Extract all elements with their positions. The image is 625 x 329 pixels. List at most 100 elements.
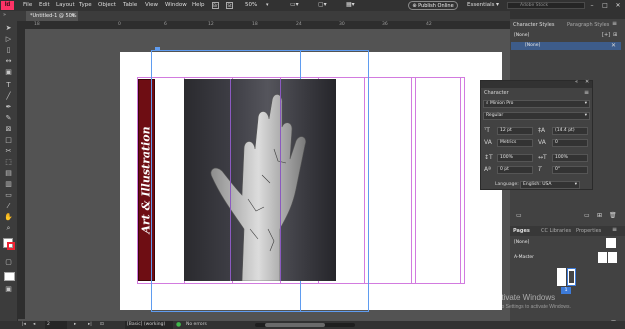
bridge-icon[interactable]: Br — [212, 2, 219, 9]
open-page-icon[interactable]: ⊡ — [100, 321, 104, 329]
line-tool-icon[interactable]: ╱ — [4, 92, 13, 101]
menu-layout[interactable]: Layout — [56, 0, 75, 11]
font-family-select[interactable]: ⌕ Minion Pro ▾ — [483, 100, 590, 108]
selection-handle[interactable] — [155, 47, 160, 50]
gradient-swatch-tool-icon[interactable]: ▤ — [4, 169, 13, 178]
maximize-icon[interactable]: □ — [599, 0, 611, 11]
prev-page-icon[interactable]: ◂ — [33, 321, 35, 329]
horizontal-scale-field[interactable]: 100% — [552, 154, 588, 162]
document-tab[interactable]: *Untitled-1 @ 50% × — [26, 11, 78, 21]
menu-type[interactable]: Type — [79, 0, 92, 11]
menu-window[interactable]: Window — [165, 0, 187, 11]
language-select[interactable]: English: USA ▾ — [520, 181, 580, 189]
formatting-container-icon[interactable]: ▢ — [4, 258, 13, 267]
tab-paragraph-styles[interactable]: Paragraph Styles — [567, 20, 609, 30]
next-page-icon[interactable]: ▸ — [74, 321, 76, 329]
last-page-icon[interactable]: ▸| — [88, 321, 92, 329]
trash-icon[interactable]: 🗑 — [609, 212, 617, 219]
selection-frame[interactable] — [151, 50, 369, 312]
publish-online-button[interactable]: ⊕ Publish Online — [408, 1, 458, 10]
rectangle-tool-icon[interactable]: □ — [4, 136, 13, 145]
menu-object[interactable]: Object — [98, 0, 116, 11]
panel-menu-icon[interactable]: ≡ — [612, 20, 617, 27]
zoom-tool-icon[interactable]: ⌕ — [4, 224, 13, 233]
page-tool-icon[interactable]: ▯ — [4, 46, 13, 55]
page-thumb-left[interactable] — [557, 268, 566, 286]
stock-icon[interactable]: St — [226, 2, 233, 9]
page-master-a[interactable]: A-Master — [511, 254, 611, 262]
menu-file[interactable]: File — [23, 0, 32, 11]
page-number-field[interactable]: 2 — [45, 321, 67, 329]
scissors-tool-icon[interactable]: ✂ — [4, 147, 13, 156]
hand-tool-icon[interactable]: ✋ — [4, 213, 13, 222]
new-folder-icon[interactable]: ▭ — [584, 212, 590, 219]
minimize-icon[interactable]: – — [586, 0, 598, 11]
close-icon[interactable]: ✕ — [612, 0, 624, 11]
menu-table[interactable]: Table — [123, 0, 137, 11]
collapse-icon[interactable]: « — [575, 79, 578, 85]
direct-selection-tool-icon[interactable]: ▷ — [4, 35, 13, 44]
new-style-group-icon[interactable]: [+] — [602, 32, 610, 38]
preflight-profile-select[interactable]: [Basic] (working) — [125, 321, 173, 329]
menu-edit[interactable]: Edit — [39, 0, 50, 11]
apply-color-icon[interactable] — [4, 272, 15, 281]
normal-view-icon[interactable]: ▣ — [4, 285, 13, 294]
first-page-icon[interactable]: |◂ — [22, 321, 26, 329]
leading-field[interactable]: (14.4 pt) — [552, 127, 588, 135]
workspace-switcher[interactable]: Essentials — [467, 0, 495, 11]
tab-pages[interactable]: Pages — [513, 226, 530, 236]
menu-help[interactable]: Help — [192, 0, 205, 11]
type-tool-icon[interactable]: T — [4, 81, 13, 90]
style-row-none-selected[interactable]: [None] — [511, 42, 621, 50]
preflight-status[interactable]: No errors — [186, 321, 207, 329]
chevron-down-icon: ▾ — [574, 182, 577, 187]
style-row-none[interactable]: [None] — [511, 32, 611, 40]
style-group-icon[interactable]: ▭ — [516, 212, 522, 219]
stroke-swatch-icon[interactable] — [7, 242, 15, 250]
tab-cc-libraries[interactable]: CC Libraries — [541, 226, 571, 236]
pencil-tool-icon[interactable]: ✎ — [4, 114, 13, 123]
tab-properties[interactable]: Properties — [576, 226, 601, 236]
kerning-field[interactable]: Metrics — [497, 139, 533, 147]
stock-search-input[interactable]: Adobe Stock — [507, 2, 585, 9]
gap-tool-icon[interactable]: ↔ — [4, 57, 13, 66]
skew-field[interactable]: 0° — [552, 166, 588, 174]
tab-character-styles[interactable]: Character Styles — [513, 20, 554, 30]
new-item-icon[interactable]: ⊞ — [597, 212, 602, 219]
master-thumb-a-left[interactable] — [598, 252, 607, 263]
eyedropper-tool-icon[interactable]: ⁄ — [4, 202, 13, 211]
pages-menu-icon[interactable]: ≡ — [612, 226, 617, 233]
tracking-field[interactable]: 0 — [552, 139, 588, 147]
font-style-select[interactable]: Regular ▾ — [483, 112, 590, 120]
scrollbar-thumb[interactable] — [265, 323, 325, 327]
note-tool-icon[interactable]: ▭ — [4, 191, 13, 200]
view-options-icon[interactable]: ▭▾ — [290, 1, 299, 8]
dock-header — [510, 11, 625, 19]
character-menu-icon[interactable]: ≡ — [584, 89, 589, 96]
panel-collapse-icon[interactable]: » — [3, 12, 6, 18]
baseline-shift-field[interactable]: 0 pt — [497, 166, 533, 174]
master-thumb-none[interactable] — [606, 238, 616, 248]
character-close-icon[interactable]: ✕ — [585, 79, 589, 85]
tab-close-icon[interactable]: × — [71, 11, 75, 21]
pen-tool-icon[interactable]: ✒ — [4, 103, 13, 112]
gradient-feather-tool-icon[interactable]: ▥ — [4, 180, 13, 189]
content-collector-icon[interactable]: ▣ — [4, 68, 13, 77]
kerning-icon: VA — [484, 139, 492, 146]
font-size-field[interactable]: 12 pt — [497, 127, 533, 135]
selection-tool-icon[interactable]: ➤ — [4, 24, 13, 33]
horizontal-scrollbar[interactable] — [255, 323, 355, 327]
new-style-icon[interactable]: ⊞ — [613, 32, 617, 38]
rectangle-frame-tool-icon[interactable]: ⊠ — [4, 125, 13, 134]
vertical-scale-field[interactable]: 100% — [497, 154, 533, 162]
master-thumb-a-right[interactable] — [608, 252, 617, 263]
screen-mode-icon[interactable]: ▢▾ — [318, 1, 327, 8]
chevron-down-icon[interactable]: ▾ — [266, 2, 269, 8]
free-transform-tool-icon[interactable]: ⬚ — [4, 158, 13, 167]
menu-view[interactable]: View — [145, 0, 158, 11]
workspace-chevron-icon[interactable]: ▾ — [496, 1, 499, 8]
ruler-tick: 18 — [34, 22, 40, 27]
page-thumb-right[interactable] — [567, 268, 576, 286]
arrange-documents-icon[interactable]: ▦▾ — [346, 1, 355, 8]
page-master-none[interactable]: [None] — [511, 239, 611, 247]
